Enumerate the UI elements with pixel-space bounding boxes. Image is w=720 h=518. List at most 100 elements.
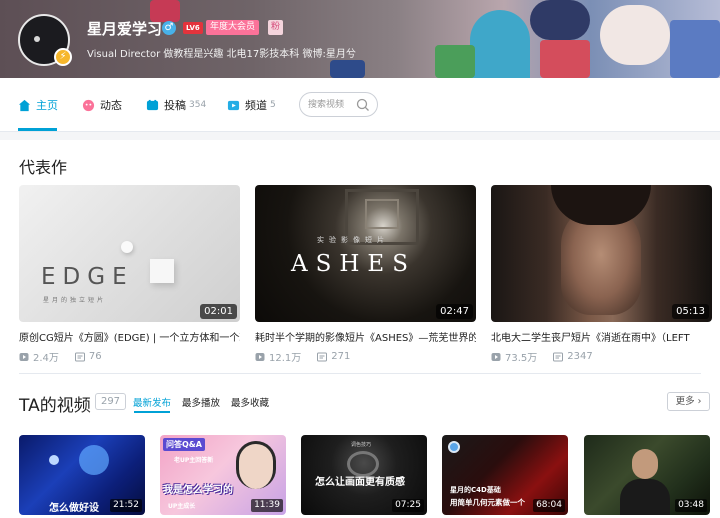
danmaku-count-value: 76 [88, 351, 102, 362]
cover-caption: 怎么做好设 [49, 503, 99, 514]
cover-caption: 怎么让画面更有质感 [315, 477, 405, 488]
video-search-input[interactable] [308, 97, 360, 113]
video-meta: 2.4万 76 [19, 349, 240, 364]
masterpiece-card[interactable]: 05:13 北电大二学生丧尸短片《消逝在雨中》（LEFT 73.5万 2347 [491, 185, 712, 364]
video-duration: 05:13 [672, 304, 709, 319]
dynamic-icon [82, 99, 95, 111]
view-count: 73.5万 [491, 349, 537, 364]
video-thumbnail[interactable]: 03:48 [584, 435, 710, 515]
banner-decoration [670, 20, 720, 78]
video-duration: 11:39 [251, 499, 283, 512]
view-count-value: 2.4万 [33, 353, 59, 364]
lightning-icon: ⚡ [54, 48, 72, 66]
tab-dynamic[interactable]: 动态 [82, 96, 122, 114]
masterpiece-card[interactable]: EDGE 星月的独立短片 02:01 原创CG短片《方圆》(EDGE) | 一个… [19, 185, 240, 364]
cover-subtitle: 星月的独立短片 [43, 297, 107, 304]
video-thumbnail[interactable]: 怎么做好设 21:52 [19, 435, 145, 515]
active-tab-underline [18, 128, 57, 131]
cover-caption: 我是怎么学习的 [163, 485, 233, 496]
cover-subtitle: 实验影像短片 [317, 236, 389, 244]
section-divider [19, 373, 701, 374]
cover-caption: 星月的C4D基础 [450, 486, 501, 494]
danmaku-icon [553, 352, 564, 361]
videos-title: TA的视频 [19, 396, 91, 416]
banner-decoration [540, 40, 590, 78]
video-thumbnail[interactable]: 调色技巧 怎么让画面更有质感 07:25 [301, 435, 427, 515]
tab-home-label: 主页 [36, 99, 58, 112]
tab-channels[interactable]: 频道 5 [227, 96, 276, 114]
video-title[interactable]: 北电大二学生丧尸短片《消逝在雨中》（LEFT [491, 329, 712, 344]
cover-tag: 调色技巧 [351, 442, 372, 448]
danmaku-icon [317, 352, 328, 361]
video-duration: 02:47 [436, 304, 473, 319]
tab-posts[interactable]: 投稿 354 [146, 96, 206, 114]
active-tab-underline [134, 411, 170, 413]
vip-badge[interactable]: 年度大会员 [206, 20, 260, 35]
masterpiece-card[interactable]: 实验影像短片 ASHES 02:47 耗时半个学期的影像短片《ASHES》—荒芜… [255, 185, 476, 364]
video-duration: 07:25 [392, 499, 424, 512]
home-icon [18, 99, 31, 111]
tab-most-favorited[interactable]: 最多收藏 [231, 395, 269, 409]
video-thumbnail[interactable]: 实验影像短片 ASHES 02:47 [255, 185, 476, 322]
video-title[interactable]: 原创CG短片《方圆》(EDGE) | 一个立方体和一个球 [19, 329, 240, 344]
blue-orb [79, 445, 109, 475]
banner-decoration [530, 0, 590, 40]
more-button[interactable]: 更多 › [667, 392, 710, 411]
chevron-right-icon: › [697, 396, 702, 407]
person-body [620, 479, 670, 515]
video-title[interactable]: 耗时半个学期的影像短片《ASHES》—荒芜世界的 [255, 329, 476, 344]
view-count-value: 12.1万 [269, 353, 302, 364]
banner-decoration [600, 5, 670, 65]
tab-posts-label: 投稿 [164, 99, 186, 112]
play-count-icon [255, 352, 265, 361]
tab-channels-label: 频道 [245, 99, 267, 112]
person-face [236, 441, 276, 489]
cube-shape [150, 259, 174, 283]
avatar-moon [34, 36, 40, 42]
cover-tag: UP主成长 [168, 503, 196, 510]
level-badge: LV6 [183, 22, 203, 34]
more-label: 更多 [675, 396, 695, 407]
video-thumbnail[interactable]: 星月的C4D基础 用简单几何元素做一个 68:04 [442, 435, 568, 515]
video-thumbnail[interactable]: EDGE 星月的独立短片 02:01 [19, 185, 240, 322]
view-count: 2.4万 [19, 349, 59, 364]
cover-subcaption: 用简单几何元素做一个 [450, 498, 525, 507]
video-thumbnail[interactable]: 05:13 [491, 185, 712, 322]
danmaku-icon [74, 352, 85, 361]
danmaku-count: 76 [74, 351, 102, 362]
video-thumbnail[interactable]: 问答Q&A 老UP主回答新 我是怎么学习的 UP主成长 11:39 [160, 435, 286, 515]
videos-section: TA的视频 297 最新发布 最多播放 最多收藏 更多 › 怎么做好设 21:5… [0, 365, 720, 518]
channel-icon [227, 100, 240, 110]
search-icon[interactable] [356, 98, 370, 112]
avatar[interactable]: ⚡ [18, 14, 72, 66]
video-meta: 73.5万 2347 [491, 349, 712, 364]
posts-count: 354 [189, 100, 207, 110]
video-count-badge: 297 [95, 393, 126, 410]
sphere-shape [121, 241, 133, 253]
banner-decoration [470, 10, 530, 78]
banner-decoration [435, 45, 475, 78]
masterpiece-section: 代表作 EDGE 星月的独立短片 02:01 原创CG短片《方圆》(EDGE) … [0, 140, 720, 365]
video-duration: 02:01 [200, 304, 237, 319]
banner-decoration [330, 60, 365, 78]
channels-count: 5 [270, 100, 276, 110]
cover-tag: 问答Q&A [163, 438, 205, 451]
cover-tag: 老UP主回答新 [174, 457, 214, 464]
blue-orb [49, 455, 59, 465]
video-duration: 68:04 [533, 499, 565, 512]
profile-banner: ⚡ 星月爱学习 ♂ LV6 年度大会员 粉 Visual Director 做教… [0, 0, 720, 78]
view-count-value: 73.5万 [505, 353, 538, 364]
tab-most-played[interactable]: 最多播放 [182, 395, 220, 409]
cover-title: EDGE [41, 264, 134, 290]
hair-shape [551, 185, 651, 225]
tab-latest[interactable]: 最新发布 [133, 395, 171, 409]
c4d-logo-icon [448, 441, 460, 453]
danmaku-count-value: 2347 [567, 351, 593, 362]
tab-home[interactable]: 主页 [18, 96, 58, 114]
danmaku-count-value: 271 [331, 351, 351, 362]
tab-dynamic-label: 动态 [100, 99, 122, 112]
page: ⚡ 星月爱学习 ♂ LV6 年度大会员 粉 Visual Director 做教… [0, 0, 720, 518]
cover-title: ASHES [291, 251, 416, 277]
video-posts-icon [146, 99, 159, 110]
video-search-box [299, 92, 378, 117]
